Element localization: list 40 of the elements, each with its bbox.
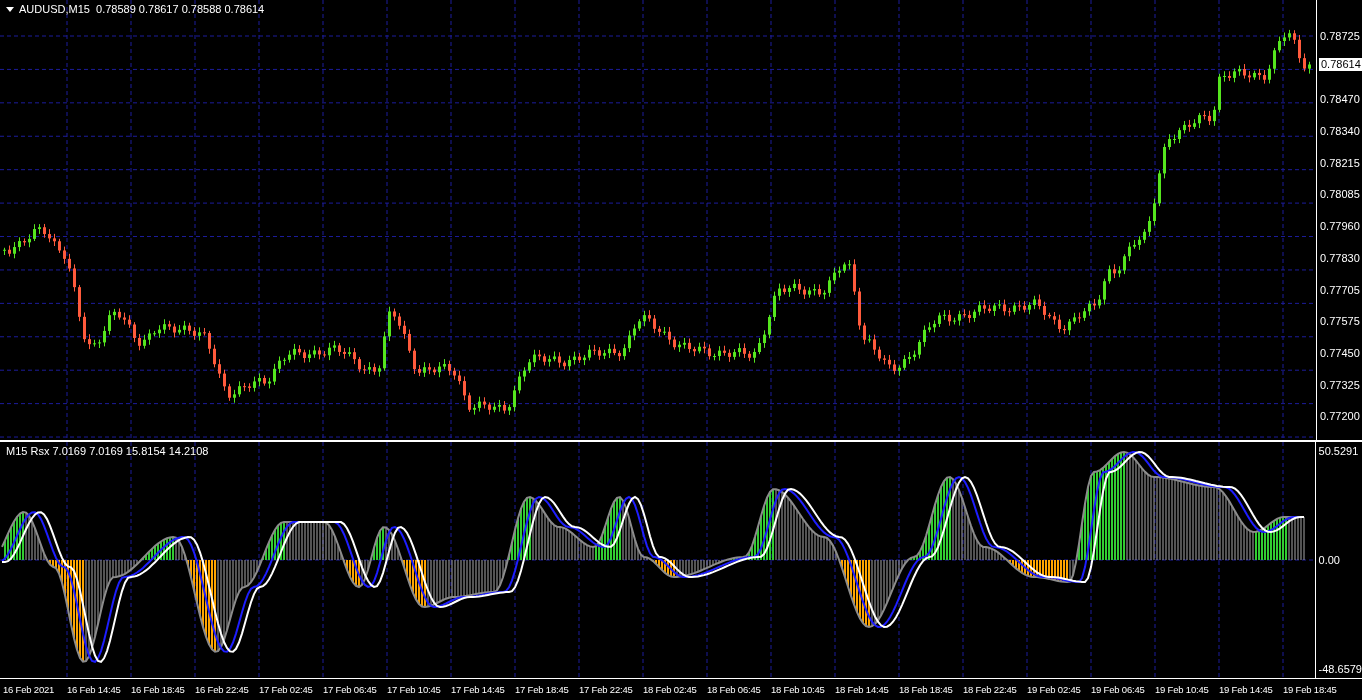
- time-label: 19 Feb 02:45: [1027, 684, 1082, 695]
- current-price-marker: 0.78614: [1319, 58, 1362, 71]
- time-label: 16 Feb 14:45: [67, 684, 122, 695]
- price-label: 0.77325: [1320, 377, 1361, 393]
- time-label: 18 Feb 02:45: [643, 684, 698, 695]
- time-label: 16 Feb 2021: [3, 684, 56, 695]
- indicator-header: M15 Rsx 7.0169 7.0169 15.8154 14.2108: [6, 445, 209, 457]
- indicator-label: -48.6579: [1318, 662, 1362, 676]
- time-label: 16 Feb 18:45: [131, 684, 186, 695]
- time-label: 19 Feb 06:45: [1091, 684, 1146, 695]
- time-label: 17 Feb 02:45: [259, 684, 314, 695]
- time-label: 17 Feb 22:45: [579, 684, 634, 695]
- time-label: 19 Feb 10:45: [1155, 684, 1210, 695]
- price-label: 0.77200: [1320, 409, 1361, 425]
- price-label: 0.78085: [1320, 187, 1361, 203]
- price-label: 0.78725: [1320, 29, 1361, 44]
- time-label: 17 Feb 10:45: [387, 684, 442, 695]
- time-label: 18 Feb 14:45: [835, 684, 890, 695]
- time-label: 17 Feb 18:45: [515, 684, 570, 695]
- indicator-label: 0.00: [1318, 553, 1341, 567]
- time-label: 18 Feb 06:45: [707, 684, 762, 695]
- indicator-label: 50.5291: [1318, 444, 1360, 458]
- price-label: 0.77705: [1320, 282, 1361, 298]
- time-label: 18 Feb 10:45: [771, 684, 826, 695]
- dropdown-icon[interactable]: [6, 6, 14, 12]
- time-label: 17 Feb 14:45: [451, 684, 506, 695]
- price-label: 0.78340: [1320, 124, 1361, 140]
- time-label: 18 Feb 22:45: [963, 684, 1018, 695]
- time-label: 18 Feb 18:45: [899, 684, 954, 695]
- time-label: 17 Feb 06:45: [323, 684, 378, 695]
- time-label: 19 Feb 14:45: [1219, 684, 1274, 695]
- time-label: 19 Feb 18:45: [1283, 684, 1338, 695]
- time-label: 16 Feb 22:45: [195, 684, 250, 695]
- price-label: 0.78215: [1320, 155, 1361, 171]
- price-label: 0.77830: [1320, 250, 1361, 266]
- price-label: 0.77960: [1320, 219, 1361, 235]
- symbol-header: AUDUSD,M15 0.78589 0.78617 0.78588 0.78614: [19, 3, 265, 15]
- price-label: 0.78470: [1320, 92, 1361, 108]
- price-label: 0.77575: [1320, 314, 1361, 330]
- price-label: 0.77450: [1320, 345, 1361, 361]
